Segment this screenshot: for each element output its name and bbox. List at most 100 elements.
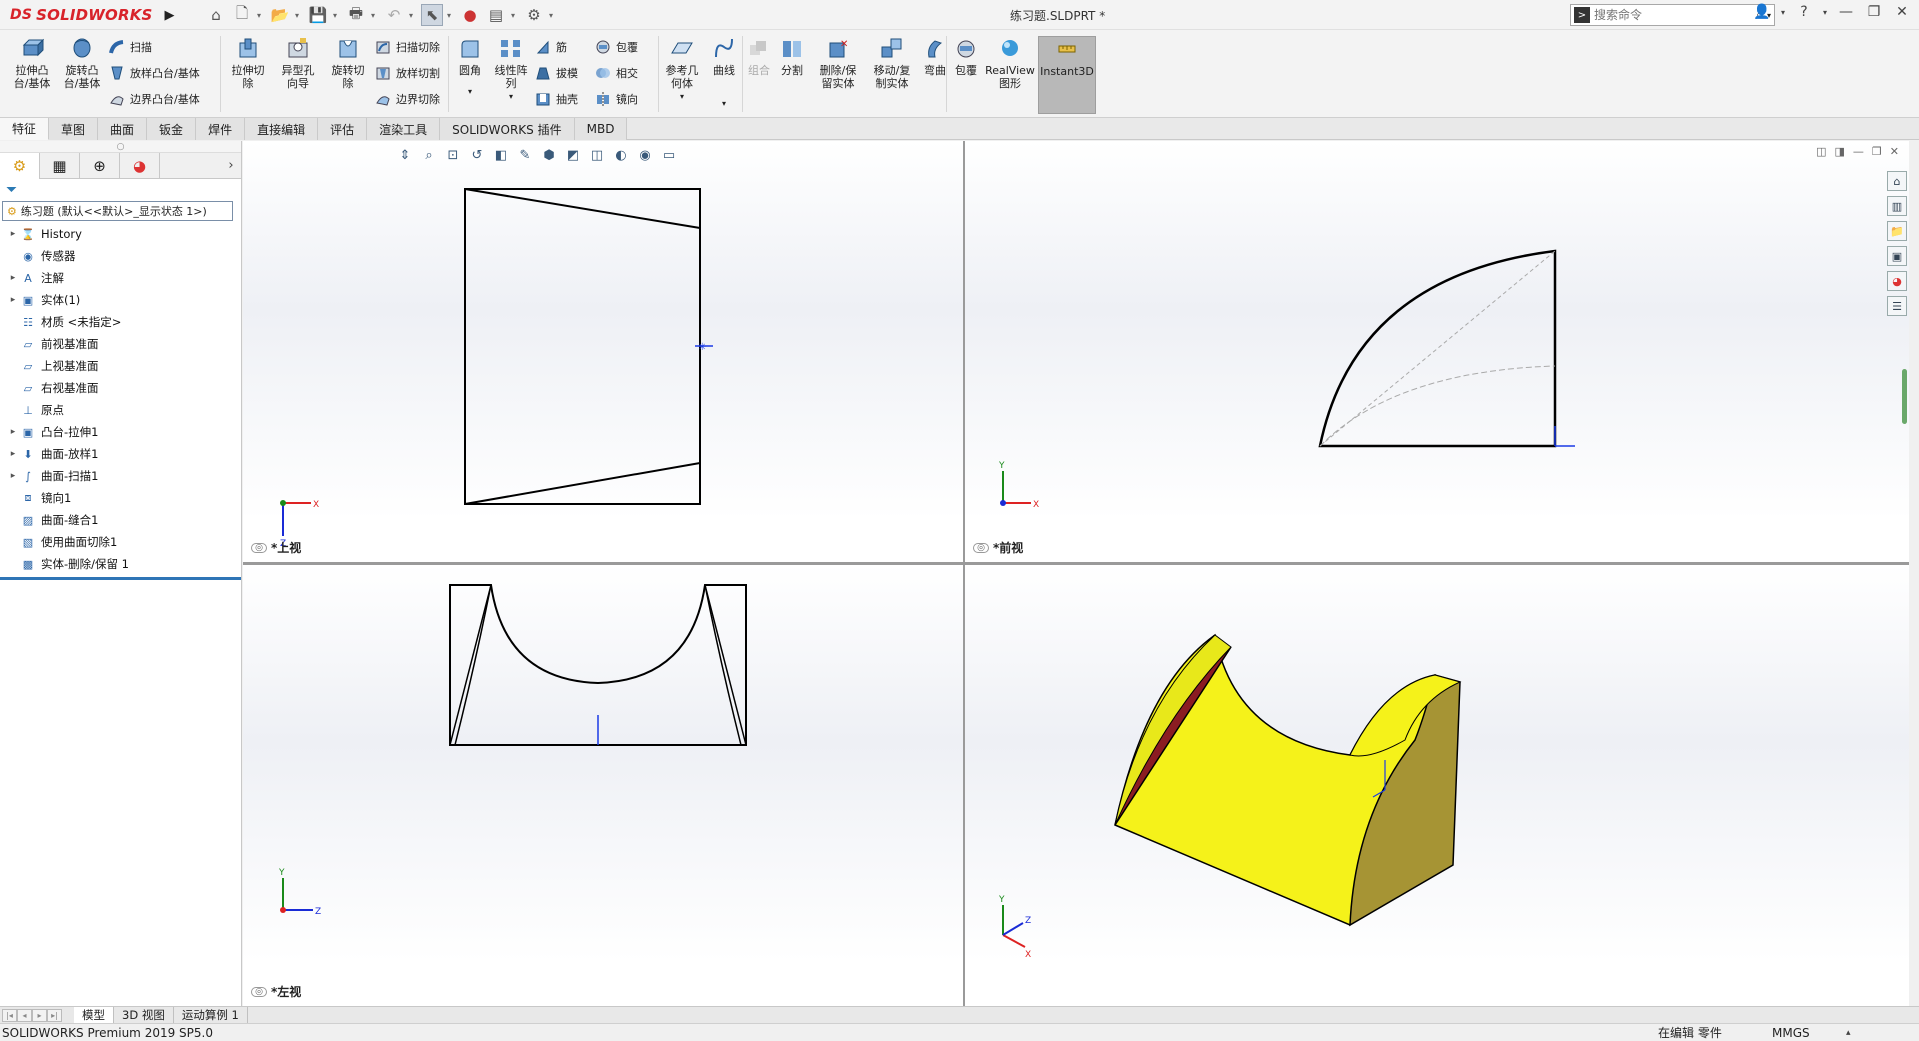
split-button[interactable]: 分割 bbox=[774, 36, 810, 112]
options-gear-icon[interactable]: ⚙ bbox=[523, 4, 545, 26]
open-icon[interactable]: 📂 bbox=[269, 4, 291, 26]
extrude-cut-button[interactable]: 拉伸切 除 bbox=[224, 36, 272, 112]
open-dropdown-icon[interactable]: ▾ bbox=[295, 11, 303, 20]
reference-geometry-dropdown-icon[interactable]: ▾ bbox=[680, 90, 684, 103]
wrap-button[interactable]: 包覆 bbox=[594, 36, 638, 58]
feature-manager-tab[interactable]: ⚙ bbox=[0, 153, 40, 179]
draft-button[interactable]: 拔模 bbox=[534, 62, 578, 84]
select-dropdown-icon[interactable]: ▾ bbox=[447, 11, 455, 20]
close-icon[interactable]: ✕ bbox=[1891, 4, 1913, 20]
minimize-icon[interactable]: — bbox=[1835, 4, 1857, 20]
units-dropdown-icon[interactable]: ▴ bbox=[1846, 1028, 1851, 1038]
boss-extrude-button[interactable]: 拉伸凸 台/基体 bbox=[8, 36, 56, 112]
solidworks-resources-icon[interactable]: ⌂ bbox=[1887, 171, 1907, 191]
bottom-tab-0[interactable]: 模型 bbox=[74, 1006, 114, 1024]
tree-item[interactable]: ⧈ 镜向1 bbox=[0, 487, 241, 509]
panel-collapse-handle[interactable]: ○ bbox=[0, 141, 241, 153]
tree-item[interactable]: ▸ ⬇ 曲面-放样1 bbox=[0, 443, 241, 465]
fillet-dropdown-icon[interactable]: ▾ bbox=[468, 85, 472, 98]
sweep-button[interactable]: 扫描 bbox=[108, 36, 200, 58]
tab-0[interactable]: 特征 bbox=[0, 118, 50, 140]
hole-wizard-button[interactable]: 异型孔 向导 bbox=[274, 36, 322, 112]
file-explorer-icon[interactable]: 📁 bbox=[1887, 221, 1907, 241]
viewport-isometric[interactable]: Y X Z bbox=[965, 565, 1909, 1006]
user-icon[interactable]: 👤 bbox=[1751, 4, 1773, 20]
property-manager-tab[interactable]: ▦ bbox=[40, 153, 80, 179]
lofted-cut-button[interactable]: 放样切割 bbox=[374, 62, 440, 84]
wrap-feature-button[interactable]: 包覆 bbox=[950, 36, 982, 112]
tree-item[interactable]: ▩ 实体-删除/保留 1 bbox=[0, 553, 241, 575]
view-palette-icon[interactable]: ▣ bbox=[1887, 246, 1907, 266]
select-pointer-icon[interactable]: ⬉ bbox=[421, 4, 443, 26]
shell-button[interactable]: 抽壳 bbox=[534, 88, 578, 110]
tab-6[interactable]: 评估 bbox=[318, 118, 368, 140]
tab-2[interactable]: 曲面 bbox=[98, 118, 148, 140]
mirror-button[interactable]: 镜向 bbox=[594, 88, 638, 110]
tree-item[interactable]: ▸ A 注解 bbox=[0, 267, 241, 289]
save-icon[interactable]: 💾 bbox=[307, 4, 329, 26]
linear-pattern-button[interactable]: 线性阵 列 ▾ bbox=[490, 36, 532, 112]
tree-item[interactable]: ⊥ 原点 bbox=[0, 399, 241, 421]
tree-item[interactable]: ▸ ▣ 凸台-拉伸1 bbox=[0, 421, 241, 443]
delete-keep-body-button[interactable]: ✕ 删除/保 留实体 bbox=[812, 36, 864, 112]
boundary-cut-button[interactable]: 边界切除 bbox=[374, 88, 440, 110]
tree-item[interactable]: ▸ ▣ 实体(1) bbox=[0, 289, 241, 311]
tree-item[interactable]: ▧ 使用曲面切除1 bbox=[0, 531, 241, 553]
user-dropdown-icon[interactable]: ▾ bbox=[1779, 8, 1787, 17]
expand-arrow-icon[interactable]: ▸ bbox=[6, 295, 20, 305]
tree-item[interactable]: ☷ 材质 <未指定> bbox=[0, 311, 241, 333]
last-tab-icon[interactable]: ▸| bbox=[47, 1008, 62, 1022]
tree-item[interactable]: ▨ 曲面-缝合1 bbox=[0, 509, 241, 531]
vertical-viewport-splitter[interactable] bbox=[963, 141, 965, 1006]
expand-arrow-icon[interactable]: ▸ bbox=[6, 471, 20, 481]
tab-7[interactable]: 渲染工具 bbox=[367, 118, 441, 140]
viewport-top[interactable]: ⇕ ⌕ ⊡ ↺ ◧ ✎ ⬢ ◩ ◫ ◐ ◉ ▭ ✳ X Z ◎ *上视 bbox=[243, 141, 963, 562]
bottom-tab-1[interactable]: 3D 视图 bbox=[114, 1006, 174, 1024]
rib-button[interactable]: 筋 bbox=[534, 36, 578, 58]
expand-arrow-icon[interactable]: ▸ bbox=[6, 427, 20, 437]
viewport-front[interactable]: ◫ ◨ — ❐ ✕ Y X ◎ *前视 ⌂ ▥ 📁 ▣ ◕ ☰ bbox=[965, 141, 1909, 562]
tree-root-part[interactable]: ⚙ 练习题 (默认<<默认>_显示状态 1>) bbox=[2, 201, 233, 221]
restore-icon[interactable]: ❐ bbox=[1863, 4, 1885, 20]
prev-tab-icon[interactable]: ◂ bbox=[17, 1008, 32, 1022]
tree-item[interactable]: ▱ 上视基准面 bbox=[0, 355, 241, 377]
expand-arrow-icon[interactable]: ▸ bbox=[6, 273, 20, 283]
horizontal-viewport-splitter[interactable] bbox=[243, 562, 1909, 565]
home-icon[interactable]: ⌂ bbox=[205, 4, 227, 26]
view-visibility-icon[interactable]: ◎ bbox=[973, 542, 989, 553]
search-command-box[interactable]: > ⌕ ▾ bbox=[1570, 4, 1775, 26]
tab-4[interactable]: 焊件 bbox=[196, 118, 246, 140]
help-dropdown-icon[interactable]: ▾ bbox=[1821, 8, 1829, 17]
new-dropdown-icon[interactable]: ▾ bbox=[257, 11, 265, 20]
tab-3[interactable]: 钣金 bbox=[147, 118, 197, 140]
units-selector[interactable]: MMGS bbox=[1772, 1026, 1810, 1040]
print-icon[interactable]: 🖶 bbox=[345, 4, 367, 26]
instant3d-button[interactable]: Instant3D bbox=[1038, 36, 1096, 114]
print-dropdown-icon[interactable]: ▾ bbox=[371, 11, 379, 20]
bottom-tab-2[interactable]: 运动算例 1 bbox=[174, 1006, 248, 1024]
tree-item[interactable]: ◉ 传感器 bbox=[0, 245, 241, 267]
boundary-boss-button[interactable]: 边界凸台/基体 bbox=[108, 88, 200, 110]
expand-arrow-icon[interactable]: ▸ bbox=[6, 449, 20, 459]
reference-geometry-button[interactable]: 参考几 何体 ▾ bbox=[662, 36, 702, 112]
move-copy-body-button[interactable]: 移动/复 制实体 bbox=[866, 36, 918, 112]
next-tab-icon[interactable]: ▸ bbox=[32, 1008, 47, 1022]
tab-8[interactable]: SOLIDWORKS 插件 bbox=[440, 118, 575, 140]
fillet-button[interactable]: 圆角 ▾ bbox=[452, 36, 488, 112]
solidworks-logo[interactable]: DS SOLIDWORKS ▶ bbox=[10, 4, 175, 26]
display-manager-tab[interactable]: ◕ bbox=[120, 153, 160, 179]
revolve-cut-button[interactable]: 旋转切 除 bbox=[324, 36, 372, 112]
view-visibility-icon[interactable]: ◎ bbox=[251, 986, 267, 997]
curves-dropdown-icon[interactable]: ▾ bbox=[722, 97, 726, 110]
rollback-bar[interactable] bbox=[0, 577, 241, 580]
new-document-icon[interactable]: 🗋 bbox=[231, 4, 253, 26]
file-properties-icon[interactable]: ▤ bbox=[485, 4, 507, 26]
tree-item[interactable]: ▱ 右视基准面 bbox=[0, 377, 241, 399]
custom-properties-icon[interactable]: ☰ bbox=[1887, 296, 1907, 316]
combine-button[interactable]: 组合 bbox=[746, 36, 772, 112]
expand-arrow-icon[interactable]: ▸ bbox=[6, 229, 20, 239]
undo-dropdown-icon[interactable]: ▾ bbox=[409, 11, 417, 20]
loft-boss-button[interactable]: 放样凸台/基体 bbox=[108, 62, 200, 84]
design-library-icon[interactable]: ▥ bbox=[1887, 196, 1907, 216]
search-input[interactable] bbox=[1594, 8, 1756, 22]
